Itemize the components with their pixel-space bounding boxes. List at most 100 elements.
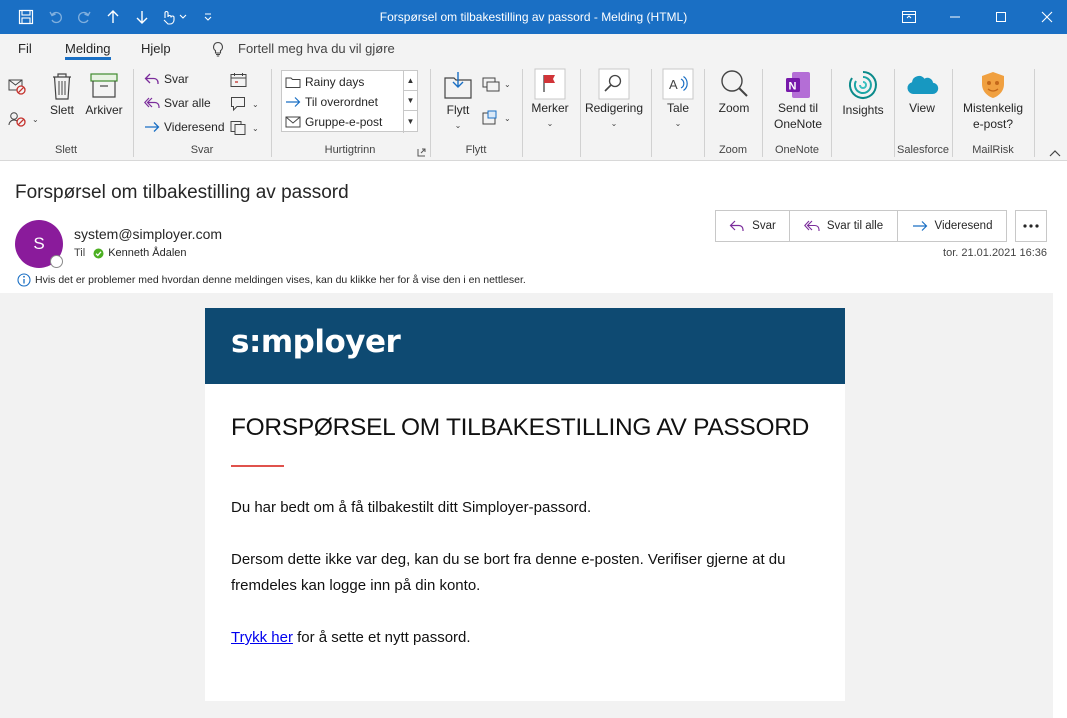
ignore-button[interactable] [8,78,32,96]
reset-password-link[interactable]: Trykk her [231,629,293,646]
info-icon [17,273,31,287]
close-icon[interactable] [1024,0,1067,34]
svg-text:N: N [789,81,797,93]
rules-button[interactable]: ⌄ [482,76,511,92]
info-text: Hvis det er problemer med hvordan denne … [35,274,526,286]
down-arrow-icon[interactable] [130,0,154,34]
forward-icon [286,97,301,107]
recipient-name[interactable]: Kenneth Ådalen [108,247,186,259]
send-to-onenote-button[interactable]: N Send til OneNote [768,70,828,132]
quick-steps-scroller[interactable]: ▲ ▼ ▼ [403,71,417,133]
tell-me-text: Fortell meg hva du vil gjøre [238,41,395,56]
save-icon[interactable] [14,0,38,34]
trash-icon [53,73,71,100]
ribbon-display-icon[interactable] [886,0,932,34]
ignore-icon [8,79,26,95]
tab-hjelp[interactable]: Hjelp [141,34,171,64]
quick-step-til-overordnet[interactable]: Til overordnet [285,92,378,112]
ribbon-separator [580,69,581,157]
ribbon-separator [522,69,523,157]
ribbon-separator [831,69,832,157]
email-paragraph-1: Du har bedt om å få tilbakestilt ditt Si… [231,499,592,516]
mistenkelig-epost-button[interactable]: Mistenkelig e-post? [958,70,1028,132]
merker-button[interactable]: Merker ⌄ [528,68,572,132]
svar-button[interactable]: Svar [144,72,189,86]
videresend-button[interactable]: Videresend [144,120,225,134]
chevron-down-icon: ⌄ [504,113,511,123]
group-svar-label: Svar [190,144,214,156]
tab-melding[interactable]: Melding [65,34,111,64]
presence-status-icon [50,255,63,268]
reply-icon [144,73,159,84]
ribbon-separator [1034,69,1035,157]
touch-mode-icon[interactable] [157,0,191,34]
reply-all-button[interactable]: Svar til alle [790,211,898,241]
tell-me-search[interactable]: Fortell meg hva du vil gjøre [210,34,395,64]
to-label: Til [74,247,86,259]
onenote-icon: N [786,72,810,98]
title-bar: Forspørsel om tilbakestilling av passord… [0,0,1067,34]
reply-button[interactable]: Svar [716,211,790,241]
tab-fil[interactable]: Fil [18,34,32,64]
group-slett-label: Slett [54,144,77,156]
check-icon [93,248,104,258]
menu-tabs: Fil Melding Hjelp [0,34,1067,64]
maximize-icon[interactable] [978,0,1024,34]
slett-button[interactable]: Slett [46,70,78,118]
group-flytt-label: Flytt [465,144,487,156]
chevron-down-icon: ⌄ [674,119,682,128]
scroll-down-icon[interactable]: ▼ [404,91,417,111]
envelope-icon [285,116,301,128]
collapse-ribbon-icon[interactable] [1049,146,1061,160]
group-salesforce-label: Salesforce [897,144,949,156]
more-reply-button[interactable]: ⌄ [230,120,259,136]
redo-icon[interactable] [72,0,96,34]
calendar-reply-icon [230,73,247,87]
group-zoom-label: Zoom [718,144,748,156]
forward-button[interactable]: Videresend [898,211,1006,241]
email-paragraph-2: Dersom dette ikke var deg, kan du se bor… [231,551,786,594]
salesforce-view-button[interactable]: View [901,70,943,116]
email-heading: FORSPØRSEL OM TILBAKESTILLING AV PASSORD [231,414,809,441]
reply-all-icon [144,97,160,108]
flytt-button[interactable]: Flytt ⌄ [440,70,476,134]
chevron-down-icon: ⌄ [32,114,39,124]
view-in-browser-infobar[interactable]: Hvis det er problemer med hvordan denne … [17,273,526,287]
quick-step-gruppe-e-post[interactable]: Gruppe-e-post [285,112,382,132]
quick-step-rainy-days[interactable]: Rainy days [285,72,364,92]
recipients-row: Til Kenneth Ådalen [74,247,187,259]
reply-icon [729,220,744,231]
folder-icon [285,77,301,88]
more-actions-button[interactable] [1015,210,1047,242]
redigering-button[interactable]: Redigering ⌄ [583,68,645,132]
zoom-icon [721,70,748,97]
tale-button[interactable]: A Tale ⌄ [660,68,696,132]
svar-alle-button[interactable]: Svar alle [144,96,211,110]
im-button[interactable]: ⌄ [230,96,259,112]
junk-button[interactable]: ⌄ [8,110,39,128]
chevron-down-icon: ⌄ [504,79,511,89]
expand-gallery-icon[interactable]: ▼ [404,111,417,131]
minimize-icon[interactable] [932,0,978,34]
simployer-logo: s:mployer [231,324,401,360]
chevron-down-icon: ⌄ [454,121,462,130]
sender-address[interactable]: system@simployer.com [74,226,222,242]
group-mailrisk-label: MailRisk [972,144,1014,156]
scroll-up-icon[interactable]: ▲ [404,71,417,91]
lightbulb-icon [213,41,223,57]
ribbon-separator [651,69,652,157]
up-arrow-icon[interactable] [101,0,125,34]
dialog-launcher-icon[interactable] [417,146,426,160]
arkiver-button[interactable]: Arkiver [83,70,125,118]
actions-button[interactable]: ⌄ [482,110,511,126]
customize-toolbar-icon[interactable] [199,0,217,34]
body-scrollbar[interactable] [1053,293,1067,718]
heading-underline [231,465,284,467]
zoom-button[interactable]: Zoom [713,68,755,116]
insights-button[interactable]: Insights [838,68,888,118]
meeting-button[interactable] [230,72,252,88]
chevron-down-icon: ⌄ [610,119,618,128]
quick-steps-gallery[interactable]: Rainy days Til overordnet Gruppe-e-post … [281,70,418,133]
insights-icon [849,71,877,99]
undo-icon[interactable] [44,0,68,34]
